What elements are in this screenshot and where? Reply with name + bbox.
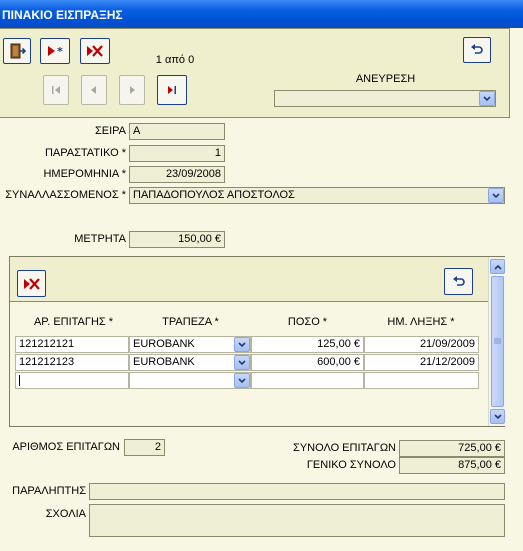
customer-label: ΣΥΝΑΛΛΑΣΣΟΜΕΝΟΣ * [5,189,126,201]
first-record-button[interactable] [43,75,69,105]
chevron-down-icon[interactable] [234,355,250,370]
cash-field[interactable]: 150,00 € [129,231,225,248]
scroll-thumb[interactable] [491,276,504,407]
bank-combobox[interactable]: EUROBANK [129,336,251,353]
scroll-down-button[interactable] [490,409,505,424]
last-record-button[interactable] [157,75,187,105]
series-field[interactable]: Α [129,123,225,140]
undo-icon [470,44,484,56]
new-record-button[interactable]: * [40,38,70,64]
chevron-down-icon[interactable] [234,373,250,388]
undo-icon [452,275,466,288]
due-date-cell[interactable]: 21/09/2009 [364,336,479,353]
next-record-button[interactable] [119,75,145,105]
chevron-down-icon[interactable] [234,337,250,352]
next-icon [127,85,137,95]
grand-total-label: ΓΕΝΙΚΟ ΣΥΝΟΛΟ [306,459,396,471]
series-label: ΣΕΙΡΑ [94,125,126,137]
due-date-cell[interactable]: 21/12/2009 [364,354,479,371]
check-number-cell[interactable]: 121212121 [15,336,129,353]
delete-record-icon [85,43,105,59]
window-title-bar: ΠΙΝΑΚΙΟ ΕΙΣΠΡΑΞΗΣ [0,0,523,28]
table-row[interactable]: 121212123 EUROBANK 600,00 € 21/12/2009 [15,354,479,372]
column-header-amount: ΠΟΣΟ * [287,316,328,328]
new-record-icon: * [46,45,64,57]
chevron-down-icon[interactable] [479,91,495,106]
bank-value: EUROBANK [133,356,195,368]
previous-icon [89,85,99,95]
check-number-cell[interactable]: 121212123 [15,354,129,371]
previous-record-button[interactable] [81,75,107,105]
date-label: ΗΜΕΡΟΜΗΝΙΑ * [43,168,126,180]
exit-button[interactable] [3,38,31,64]
column-header-due-date: ΗΜ. ΛΗΞΗΣ * [387,316,455,328]
checks-count-label: ΑΡΙΘΜΟΣ ΕΠΙΤΑΓΩΝ [12,441,120,453]
notes-label: ΣΧΟΛΙΑ [45,508,86,520]
record-counter: 1 από 0 [155,54,195,66]
bank-value: EUROBANK [133,338,195,350]
date-field[interactable]: 23/09/2008 [129,166,225,183]
last-record-icon [166,85,178,95]
notes-field[interactable] [89,504,505,537]
checks-subform-header [10,257,488,302]
search-combobox[interactable] [274,90,496,107]
first-record-icon [50,85,62,95]
undo-check-button[interactable] [444,268,473,295]
column-header-check-number: ΑΡ. ΕΠΙΤΑΓΗΣ * [33,316,114,328]
grand-total-field: 875,00 € [399,457,505,474]
checks-sum-label: ΣΥΝΟΛΟ ΕΠΙΤΑΓΩΝ [293,442,396,454]
vertical-scrollbar[interactable] [488,257,505,426]
column-header-bank: ΤΡΑΠΕΖΑ * [162,316,219,328]
undo-button[interactable] [463,37,491,63]
customer-value: ΠΑΠΑΔΟΠΟΥΛΟΣ ΑΠΟΣΤΟΛΟΣ [133,189,295,201]
chevron-down-icon[interactable] [488,188,504,203]
window-title: ΠΙΝΑΚΙΟ ΕΙΣΠΡΑΞΗΣ [2,8,123,22]
amount-input[interactable] [251,372,364,389]
delete-record-icon [22,276,42,292]
exit-door-icon [8,42,26,60]
amount-cell[interactable]: 600,00 € [251,354,364,371]
customer-combobox[interactable]: ΠΑΠΑΔΟΠΟΥΛΟΣ ΑΠΟΣΤΟΛΟΣ [129,187,505,204]
checks-sum-field: 725,00 € [399,440,505,457]
delete-record-button[interactable] [80,38,110,64]
due-date-input[interactable] [364,372,479,389]
checks-count-field: 2 [124,439,165,456]
bank-combobox[interactable] [129,372,251,389]
receiver-label: ΠΑΡΑΛΗΠΤΗΣ [12,485,86,497]
receiver-field[interactable] [89,483,505,500]
amount-cell[interactable]: 125,00 € [251,336,364,353]
checks-subform: ΑΡ. ΕΠΙΤΑΓΗΣ * ΤΡΑΠΕΖΑ * ΠΟΣΟ * ΗΜ. ΛΗΞΗ… [9,256,505,427]
svg-text:*: * [57,45,63,57]
cash-label: ΜΕΤΡΗΤΑ [74,233,126,245]
scroll-up-button[interactable] [490,259,505,274]
new-record-row[interactable] [15,372,479,390]
check-number-input[interactable] [15,372,129,389]
document-label: ΠΑΡΑΣΤΑΤΙΚΟ * [44,147,126,159]
search-label: ΑΝΕΥΡΕΣΗ [355,73,416,85]
text-cursor [19,374,20,386]
table-row[interactable]: 121212121 EUROBANK 125,00 € 21/09/2009 [15,336,479,354]
delete-check-button[interactable] [17,270,46,297]
bank-combobox[interactable]: EUROBANK [129,354,251,371]
toolbar: * 1 από 0 ΑΝΕΥΡΕΣΗ [0,28,510,118]
document-field[interactable]: 1 [129,145,225,162]
